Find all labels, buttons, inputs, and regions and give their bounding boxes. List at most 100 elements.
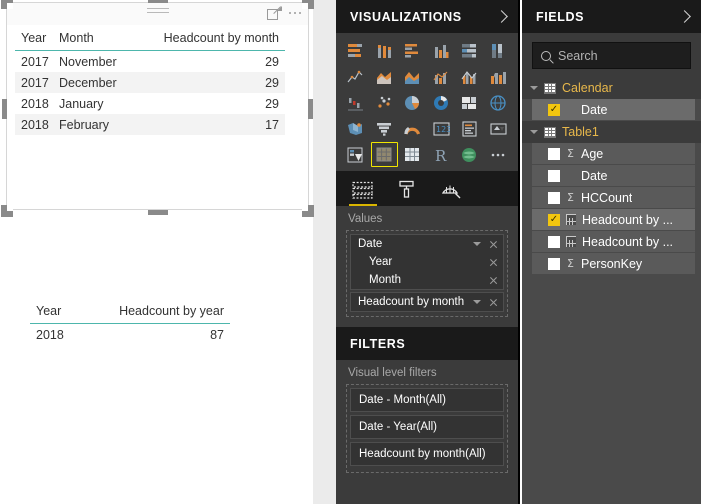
viz-icon-more-visuals[interactable] [485,142,513,167]
table-visual-headcount-by-year[interactable]: Year Headcount by year 2018 87 [30,300,230,345]
visual-type-gallery[interactable]: 123 R [336,33,518,171]
tab-fields[interactable] [342,173,384,206]
chevron-right-icon[interactable] [678,10,691,23]
viz-icon-area-chart[interactable] [371,64,399,89]
viz-icon-card[interactable]: 123 [428,116,456,141]
field-checkbox[interactable] [548,147,560,160]
viz-icon-filled-map[interactable] [342,116,370,141]
field-wells[interactable]: Values Date Year Month Headcount by mont… [336,206,518,325]
viz-icon-waterfall-chart[interactable] [342,90,370,115]
column-header-headcount-by-month[interactable]: Headcount by month [125,27,285,51]
viz-icon-arcgis-map[interactable] [456,142,484,167]
viz-icon-100-percent-stacked-column-chart[interactable] [485,38,513,63]
remove-field-icon[interactable] [489,298,498,307]
resize-handle-top-left[interactable] [1,0,13,9]
resize-handle-bottom-right[interactable] [302,205,314,217]
field-checkbox[interactable] [548,169,560,182]
column-header-month[interactable]: Month [53,27,125,51]
well-group-date[interactable]: Date Year Month [350,234,504,290]
viz-icon-clustered-bar-chart[interactable] [399,38,427,63]
viz-icon-line-and-stacked-column-chart[interactable] [428,64,456,89]
viz-icon-gauge-chart[interactable] [399,116,427,141]
more-options-icon[interactable] [288,6,301,20]
remove-field-icon[interactable] [489,240,498,249]
viz-icon-stacked-column-chart[interactable] [371,38,399,63]
field-checkbox[interactable] [548,257,560,270]
field-item-personkey[interactable]: Σ PersonKey [532,253,695,274]
resize-handle-bottom[interactable] [148,210,168,215]
visualizations-tab-strip[interactable] [336,171,518,206]
visual1-table[interactable]: Year Month Headcount by month 2017 Novem… [15,27,285,135]
table-row[interactable]: 2017 December 29 [15,72,285,93]
viz-icon-treemap[interactable] [456,90,484,115]
search-input[interactable]: Search [532,42,691,69]
field-checkbox[interactable] [548,103,560,116]
viz-icon-stacked-bar-chart[interactable] [342,38,370,63]
visual2-table[interactable]: Year Headcount by year 2018 87 [30,300,230,345]
field-item-age[interactable]: Σ Age [532,143,695,164]
viz-icon-100-percent-stacked-bar-chart[interactable] [456,38,484,63]
resize-handle-top[interactable] [148,0,168,3]
viz-icon-pie-chart[interactable] [399,90,427,115]
table-row[interactable]: 2018 87 [30,324,230,346]
table-row[interactable]: 2018 January 29 [15,93,285,114]
chevron-down-icon[interactable] [473,300,481,304]
viz-icon-stacked-area-chart[interactable] [399,64,427,89]
field-item-headcount-by-month[interactable]: Headcount by ... [532,209,695,230]
column-header-year[interactable]: Year [30,300,92,324]
drag-handle-icon[interactable] [146,8,169,17]
viz-icon-clustered-column-chart[interactable] [428,38,456,63]
visual-level-filters-dropzone[interactable]: Date - Month(All) Date - Year(All) Headc… [346,384,508,473]
tab-analytics[interactable] [430,173,472,206]
column-header-headcount-by-year[interactable]: Headcount by year [91,300,230,324]
viz-icon-ribbon-chart[interactable] [485,64,513,89]
viz-icon-r-script-visual[interactable]: R [428,142,456,167]
tab-format[interactable] [386,173,428,206]
well-chip-date-year[interactable]: Year [351,253,503,271]
viz-icon-slicer[interactable] [342,142,370,167]
viz-icon-line-chart[interactable] [342,64,370,89]
resize-handle-top-right[interactable] [302,0,314,9]
field-checkbox[interactable] [548,213,560,226]
viz-icon-multi-row-card[interactable] [456,116,484,141]
well-chip-headcount-by-month[interactable]: Headcount by month [350,292,504,312]
remove-field-icon[interactable] [489,276,498,285]
viz-icon-matrix[interactable] [399,142,427,167]
resize-handle-left[interactable] [2,99,7,119]
viz-icon-kpi[interactable] [485,116,513,141]
field-item-hccount[interactable]: Σ HCCount [532,187,695,208]
expand-collapse-icon[interactable] [530,130,538,134]
expand-collapse-icon[interactable] [530,86,538,90]
viz-icon-scatter-chart[interactable] [371,90,399,115]
field-item-calendar-date[interactable]: Date [532,99,695,120]
viz-icon-table[interactable] [370,142,398,167]
chevron-down-icon[interactable] [473,242,481,246]
viz-icon-funnel-chart[interactable] [371,116,399,141]
filter-chip-date-year[interactable]: Date - Year(All) [350,415,504,439]
table-visual-headcount-by-month[interactable]: Year Month Headcount by month 2017 Novem… [6,2,309,210]
field-item-headcount-by-year[interactable]: Headcount by ... [532,231,695,252]
column-header-year[interactable]: Year [15,27,53,51]
resize-handle-right[interactable] [308,99,313,119]
fields-table-calendar[interactable]: Calendar [522,77,701,99]
fields-table-table1[interactable]: Table1 [522,121,701,143]
resize-handle-bottom-left[interactable] [1,205,13,217]
field-item-date[interactable]: Date [532,165,695,186]
viz-icon-donut-chart[interactable] [428,90,456,115]
table-row[interactable]: 2017 November 29 [15,51,285,73]
filters-pane-body[interactable]: Visual level filters Date - Month(All) D… [336,360,518,481]
values-well-dropzone[interactable]: Date Year Month Headcount by month [346,230,508,317]
filter-chip-date-month[interactable]: Date - Month(All) [350,388,504,412]
field-checkbox[interactable] [548,191,560,204]
viz-icon-line-and-clustered-column-chart[interactable] [456,64,484,89]
report-canvas[interactable]: Year Month Headcount by month 2017 Novem… [0,0,336,504]
well-chip-date-month[interactable]: Month [351,271,503,289]
remove-field-icon[interactable] [489,258,498,267]
viz-icon-map[interactable] [485,90,513,115]
chevron-right-icon[interactable] [495,10,508,23]
table-row[interactable]: 2018 February 17 [15,114,285,135]
focus-mode-icon[interactable] [266,6,282,20]
well-chip-date[interactable]: Date [351,235,503,253]
filter-chip-headcount-by-month[interactable]: Headcount by month(All) [350,442,504,466]
field-checkbox[interactable] [548,235,560,248]
